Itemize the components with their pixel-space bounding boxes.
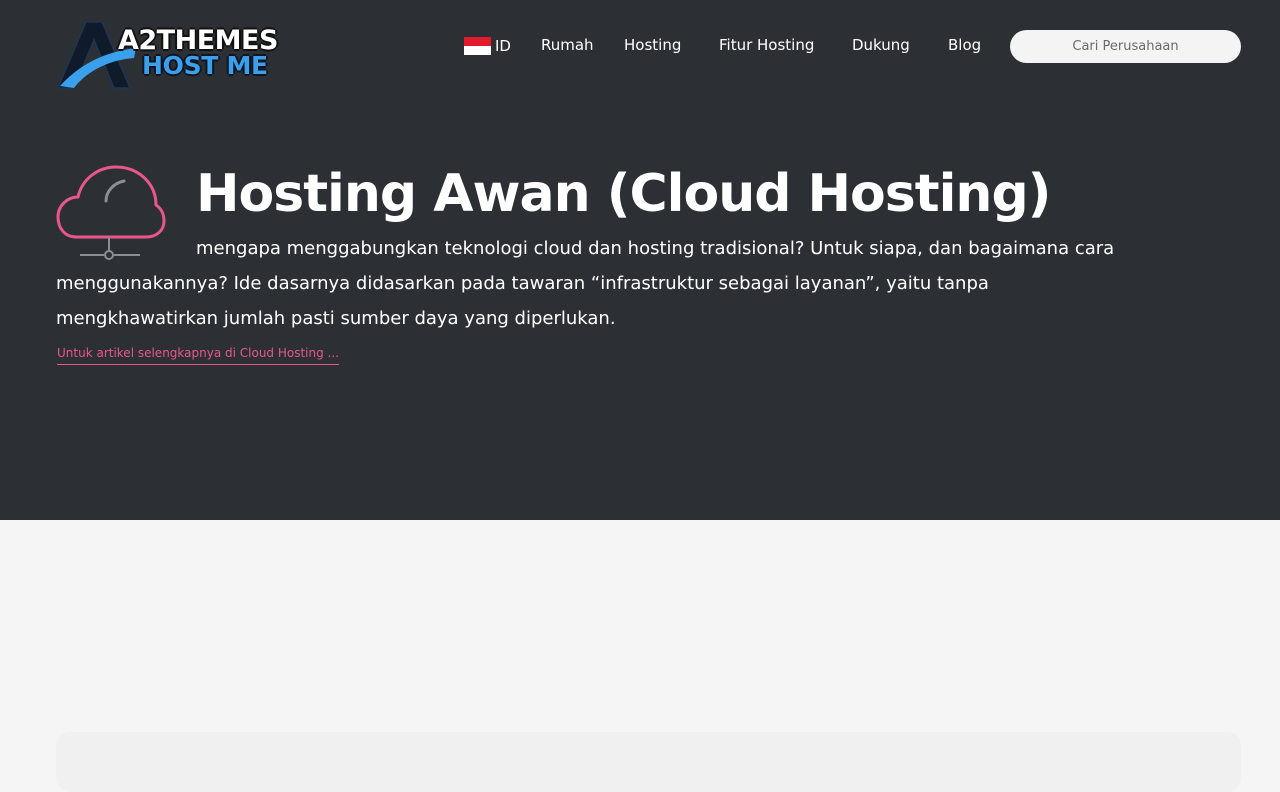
language-code: ID: [495, 37, 511, 55]
hero-section: A2THEMES HOST ME ID Rumah Hosting Fitur …: [0, 0, 1280, 520]
read-more-link[interactable]: Untuk artikel selengkapnya di Cloud Host…: [57, 344, 339, 365]
page-title: Hosting Awan (Cloud Hosting): [196, 164, 1051, 224]
nav-fitur-hosting[interactable]: Fitur Hosting: [719, 35, 814, 55]
nav-hosting[interactable]: Hosting: [624, 35, 681, 55]
indonesia-flag-icon: [464, 37, 491, 55]
nav-blog[interactable]: Blog: [948, 35, 981, 55]
nav-rumah[interactable]: Rumah: [541, 35, 594, 55]
logo-wordmark-bottom: HOST ME: [142, 51, 268, 80]
content-card: [56, 732, 1241, 792]
search-input[interactable]: [1010, 30, 1241, 63]
language-switcher[interactable]: ID: [464, 36, 511, 56]
nav-dukung[interactable]: Dukung: [852, 35, 910, 55]
site-logo[interactable]: A2THEMES HOST ME: [56, 18, 296, 92]
hero-description: mengapa menggabungkan teknologi cloud da…: [56, 238, 1115, 329]
